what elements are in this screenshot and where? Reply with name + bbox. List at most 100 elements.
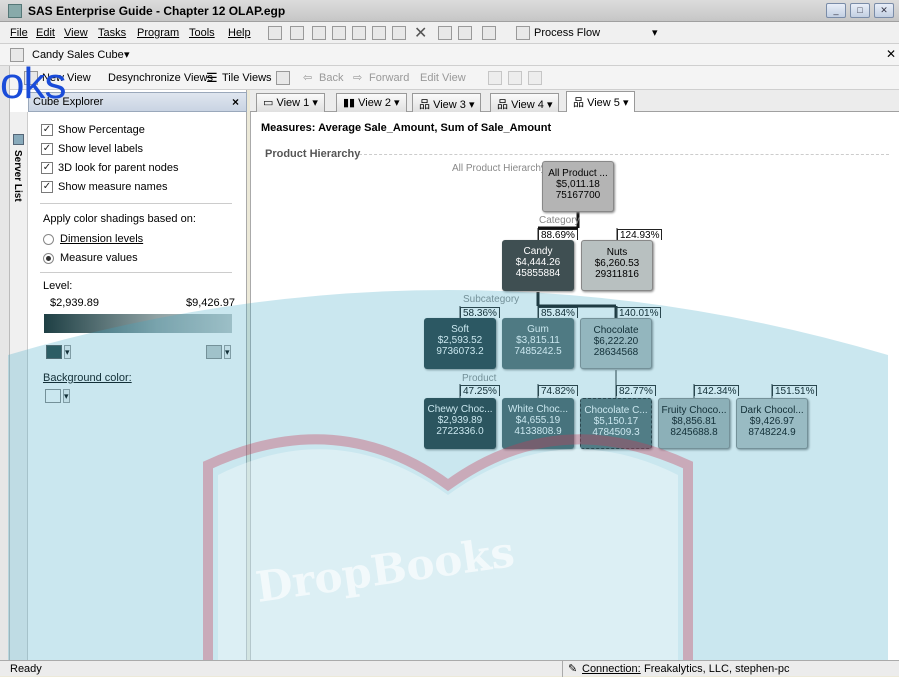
tile-views-button[interactable]: Tile Views <box>222 72 272 84</box>
pct-gum: 85.84% <box>538 307 578 319</box>
status-divider <box>562 661 563 677</box>
node-all-product[interactable]: All Product ... $5,011.18 75167700 <box>542 161 614 212</box>
bar-chart-icon: ▮▮ <box>343 97 356 109</box>
tab-view-4[interactable]: 品 View 4 ▾ <box>490 93 560 112</box>
node-soft[interactable]: Soft $2,593.52 9736073.2 <box>424 318 496 369</box>
tile-views-icon[interactable]: ☰ <box>206 70 218 86</box>
show-measure-names-label: Show measure names <box>58 181 168 193</box>
process-flow-icon[interactable] <box>516 26 530 40</box>
server-list-tab[interactable]: Server List <box>12 150 23 202</box>
node-chewy[interactable]: Chewy Choc... $2,939.89 2722336.0 <box>424 398 496 449</box>
node-avg: $4,655.19 <box>515 415 561 426</box>
minimize-button[interactable]: _ <box>826 3 846 18</box>
dimension-levels-label: Dimension levels <box>60 233 144 245</box>
level-label-root: All Product Hierarchy <box>452 163 546 174</box>
show-percentage-checkbox[interactable]: ✓ <box>41 124 53 136</box>
pct-candy: 88.69% <box>538 229 578 241</box>
forward-icon[interactable]: ⇨ <box>353 71 362 84</box>
node-fruity[interactable]: Fruity Choco... $8,856.81 8245688.8 <box>658 398 730 449</box>
connection-link[interactable]: Connection: <box>582 663 641 675</box>
show-percentage-label: Show Percentage <box>58 124 145 136</box>
view-tabs: ▭ View 1 ▾ ▮▮ View 2 ▾ 品 View 3 ▾ 品 View… <box>250 90 899 113</box>
show-level-labels-checkbox[interactable]: ✓ <box>41 143 53 155</box>
close-button[interactable]: ✕ <box>874 3 894 18</box>
paste-icon[interactable] <box>392 26 406 40</box>
low-color-swatch[interactable] <box>46 345 62 359</box>
tab-view-1[interactable]: ▭ View 1 ▾ <box>256 93 325 112</box>
node-sum: 28634568 <box>593 347 639 358</box>
node-name: Chewy Choc... <box>427 404 493 415</box>
grid-icon[interactable] <box>508 71 522 85</box>
menu-tasks[interactable]: Tasks <box>98 27 126 39</box>
node-name: Candy <box>523 246 553 257</box>
open-icon[interactable] <box>290 26 304 40</box>
node-name: Nuts <box>606 247 628 258</box>
menu-tools[interactable]: Tools <box>189 27 215 39</box>
3d-look-checkbox[interactable]: ✓ <box>41 162 53 174</box>
node-chocolate[interactable]: Chocolate $6,222.20 28634568 <box>580 318 652 369</box>
tab-view-5[interactable]: 品 View 5 ▾ <box>566 91 636 113</box>
node-avg: $5,150.17 <box>593 416 639 427</box>
background-color-swatch[interactable] <box>45 389 61 403</box>
node-dark[interactable]: Dark Chocol... $9,426.97 8748224.9 <box>736 398 808 449</box>
node-name: Chocolate <box>593 325 639 336</box>
shading-label: Apply color shadings based on: <box>43 213 196 225</box>
maximize-button[interactable]: □ <box>850 3 870 18</box>
chart-icon[interactable] <box>488 71 502 85</box>
close-document-icon[interactable]: ✕ <box>886 47 896 61</box>
tab-view-2[interactable]: ▮▮ View 2 ▾ <box>336 93 407 112</box>
dimension-levels-radio[interactable] <box>43 234 54 245</box>
high-color-swatch[interactable] <box>206 345 222 359</box>
desync-views-button[interactable]: Desynchronize Views <box>108 72 213 84</box>
forward-button[interactable]: Forward <box>369 72 409 84</box>
process-flow-button[interactable]: Process Flow <box>534 27 600 39</box>
redo-icon[interactable] <box>458 26 472 40</box>
delete-icon[interactable]: ✕ <box>414 23 427 43</box>
new-icon[interactable] <box>268 26 282 40</box>
status-text: Ready <box>10 663 42 675</box>
menu-program[interactable]: Program <box>137 27 179 39</box>
close-panel-icon[interactable]: × <box>232 95 239 109</box>
chevron-down-icon[interactable]: ▾ <box>64 345 71 359</box>
pct-fruity: 142.34% <box>694 385 740 397</box>
layout-icon[interactable] <box>276 71 290 85</box>
menu-help[interactable]: Help <box>228 27 251 39</box>
node-gum[interactable]: Gum $3,815.11 7485242.5 <box>502 318 574 369</box>
measure-values-label: Measure values <box>60 252 138 264</box>
save-icon[interactable] <box>312 26 326 40</box>
edit-view-button[interactable]: Edit View <box>420 72 466 84</box>
back-button[interactable]: Back <box>319 72 343 84</box>
chevron-down-icon[interactable]: ▾ <box>652 26 658 39</box>
menu-edit[interactable]: Edit <box>36 27 55 39</box>
menu-file[interactable]: File <box>10 27 28 39</box>
chevron-down-icon[interactable]: ▾ <box>124 48 130 61</box>
copy-icon[interactable] <box>372 26 386 40</box>
divider <box>40 272 232 273</box>
divider <box>40 203 232 204</box>
node-chocolate-c[interactable]: Chocolate C... $5,150.17 4784509.3 <box>580 398 652 449</box>
export-icon[interactable] <box>528 71 542 85</box>
node-white[interactable]: White Choc... $4,655.19 4133808.9 <box>502 398 574 449</box>
chevron-down-icon[interactable]: ▾ <box>224 345 231 359</box>
tab-label: View 1 <box>276 97 310 109</box>
window-title: SAS Enterprise Guide - Chapter 12 OLAP.e… <box>28 4 286 18</box>
menu-view[interactable]: View <box>64 27 88 39</box>
node-name: All Product ... <box>548 168 608 179</box>
chevron-down-icon[interactable]: ▾ <box>63 389 70 403</box>
window-icon[interactable] <box>482 26 496 40</box>
undo-icon[interactable] <box>438 26 452 40</box>
level-label-product: Product <box>462 373 497 384</box>
tab-view-3[interactable]: 品 View 3 ▾ <box>412 93 482 112</box>
cut-icon[interactable] <box>352 26 366 40</box>
group-divider <box>359 154 889 155</box>
table-icon: ▭ <box>263 97 274 109</box>
node-sum: 29311816 <box>595 269 639 280</box>
server-icon <box>13 134 24 145</box>
document-bar: Candy Sales Cube ▾ ✕ <box>0 44 899 66</box>
node-nuts[interactable]: Nuts $6,260.53 29311816 <box>581 240 653 291</box>
back-icon[interactable]: ⇦ <box>303 71 312 84</box>
print-icon[interactable] <box>332 26 346 40</box>
node-candy[interactable]: Candy $4,444.26 45855884 <box>502 240 574 291</box>
show-measure-names-checkbox[interactable]: ✓ <box>41 181 53 193</box>
measure-values-radio[interactable] <box>43 253 54 264</box>
